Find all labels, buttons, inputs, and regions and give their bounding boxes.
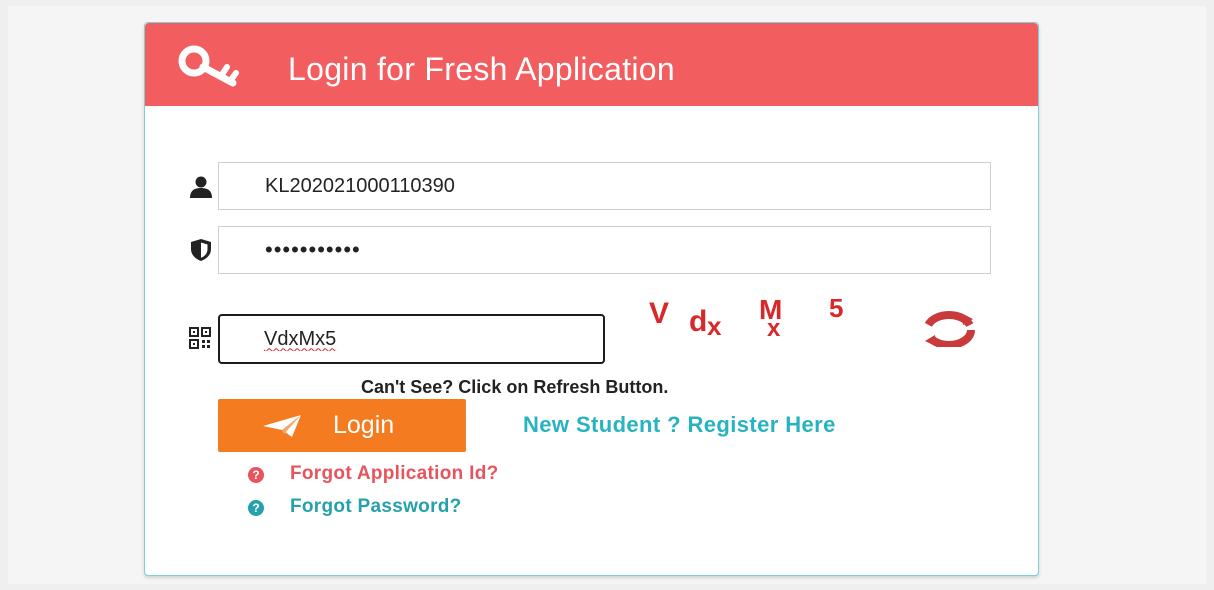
forgot-application-id-link[interactable]: Forgot Application Id? [290, 463, 499, 485]
captcha-char: d [689, 305, 707, 338]
forgot-password-link[interactable]: Forgot Password? [290, 496, 462, 518]
login-button[interactable]: Login [218, 399, 466, 452]
page-title: Login for Fresh Application [288, 51, 675, 87]
key-icon [178, 45, 239, 87]
captcha-char: x [707, 311, 722, 341]
question-circle-icon: ? [248, 500, 264, 516]
panel-header: Login for Fresh Application [145, 23, 1038, 106]
user-icon [190, 176, 212, 198]
register-link[interactable]: New Student ? Register Here [523, 412, 836, 438]
qr-code-icon [189, 327, 211, 349]
captcha-char: x [767, 315, 781, 342]
captcha-char: 5 [829, 293, 843, 323]
login-panel: Login for Fresh Application V d x M x 5 [144, 22, 1039, 576]
paper-plane-icon [263, 415, 301, 437]
application-id-field[interactable] [218, 162, 991, 210]
captcha-input[interactable] [218, 314, 605, 364]
refresh-icon[interactable] [921, 309, 977, 347]
captcha-image: V d x M x 5 [649, 293, 843, 342]
captcha-hint: Can't See? Click on Refresh Button. [361, 377, 669, 397]
svg-text:?: ? [252, 501, 259, 515]
login-button-label: Login [333, 411, 395, 439]
password-field[interactable] [218, 226, 991, 274]
svg-text:?: ? [252, 468, 259, 482]
question-circle-icon: ? [248, 467, 264, 483]
captcha-char: V [649, 297, 669, 330]
shield-icon [191, 239, 211, 261]
